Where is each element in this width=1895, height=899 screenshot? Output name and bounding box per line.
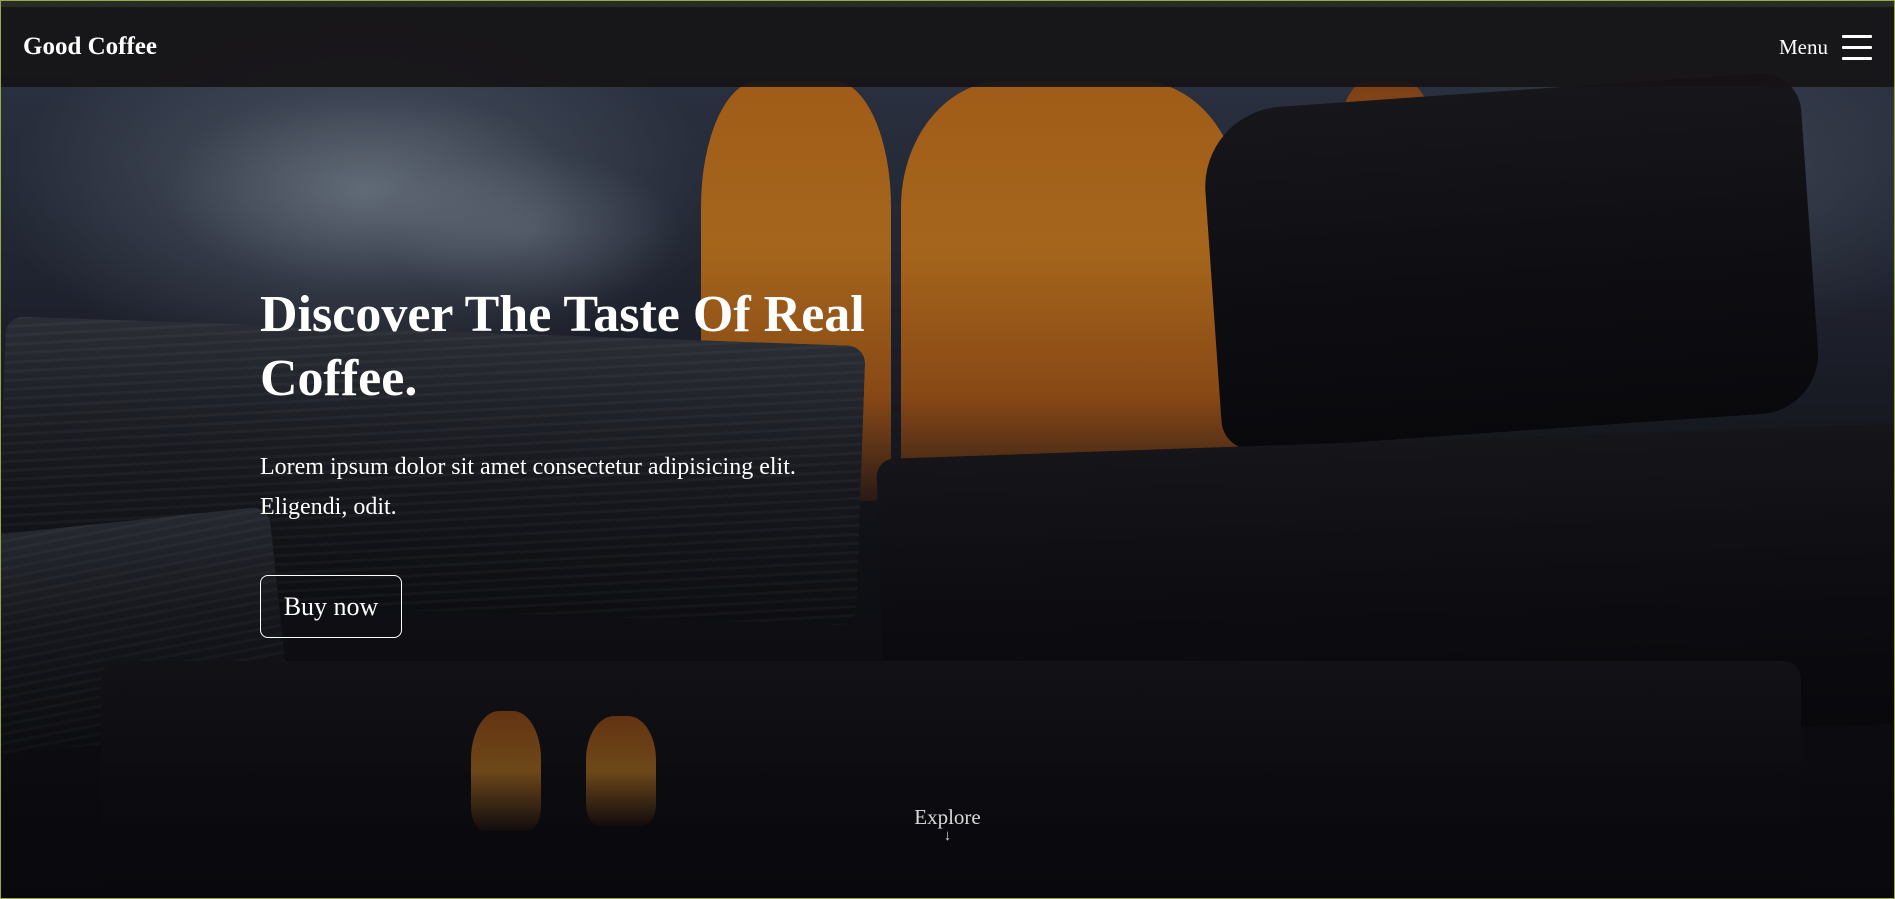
hero-title-line-2: Coffee. [260,350,418,407]
explore-link[interactable]: Explore ↓ [1,805,1894,844]
hero-description-line-1: Lorem ipsum dolor sit amet consectetur a… [260,454,796,480]
hero-description-line-2: Eligendi, odit. [260,494,397,520]
hero-title: Discover The Taste Of Real Coffee. [260,283,960,411]
hero-description: Lorem ipsum dolor sit amet consectetur a… [260,447,900,527]
arrow-down-icon: ↓ [943,828,952,844]
hero-title-line-1: Discover The Taste Of Real [260,286,865,343]
menu-toggle-button[interactable]: Menu [1779,35,1872,60]
buy-now-button[interactable]: Buy now [260,575,402,638]
page-frame: Good Coffee Menu Discover The Taste Of R… [0,0,1895,899]
explore-label: Explore [914,805,981,829]
menu-label: Menu [1779,34,1828,59]
hero-content: Discover The Taste Of Real Coffee. Lorem… [260,283,960,638]
brand-logo-link[interactable]: Good Coffee [23,33,157,61]
hamburger-icon [1842,35,1872,60]
site-header: Good Coffee Menu [1,7,1894,87]
